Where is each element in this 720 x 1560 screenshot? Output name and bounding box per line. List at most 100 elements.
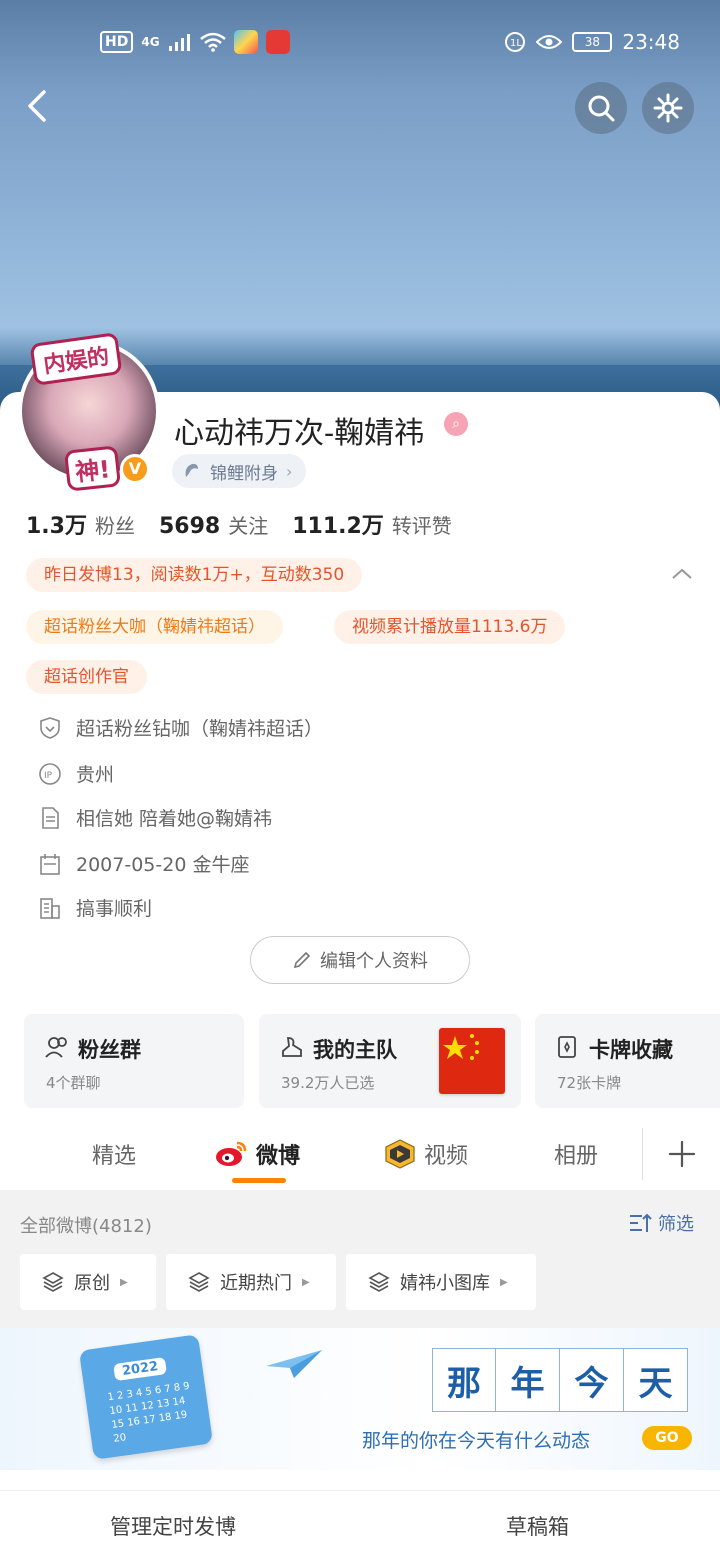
- chip-original[interactable]: 原创 ▶: [20, 1254, 156, 1310]
- wish-text: 搞事顺利: [76, 898, 153, 920]
- edit-profile-button[interactable]: 编辑个人资料: [250, 936, 470, 984]
- super-fan-tag[interactable]: 超话粉丝大咖（鞠婧祎超话）: [26, 610, 283, 644]
- pencil-icon: [293, 951, 311, 969]
- interactions-label: 转评赞: [391, 514, 452, 538]
- scheduled-posts-button[interactable]: 管理定时发博: [110, 1511, 236, 1541]
- chip-triangle-icon: ▶: [500, 1276, 508, 1288]
- stat-interactions[interactable]: 111.2万 转评赞: [292, 508, 452, 540]
- calendar-icon: [40, 853, 60, 875]
- layers-icon: [368, 1272, 390, 1292]
- go-button[interactable]: GO: [642, 1426, 692, 1450]
- search-icon: [588, 95, 615, 122]
- gear-icon: [653, 93, 683, 123]
- my-team-title: 我的主队: [313, 1038, 397, 1062]
- status-time: 23:48: [622, 30, 680, 54]
- profile-nickname: 心动祎万次-鞠婧祎: [174, 416, 425, 451]
- stat-followers[interactable]: 1.3万 粉丝: [26, 508, 135, 540]
- bottom-action-bar: 管理定时发博 草稿箱: [0, 1490, 720, 1560]
- tab-divider: [642, 1128, 643, 1180]
- fan-level-text: 超话粉丝钻咖（鞠婧祎超话）: [76, 718, 324, 740]
- info-birthday: 2007-05-20 金牛座: [38, 850, 249, 877]
- avatar-sticker-bottom: 神!: [64, 445, 121, 492]
- signal-icon: [168, 34, 190, 51]
- wifi-icon: [199, 32, 226, 52]
- lucky-status-pill[interactable]: 锦鲤附身 ›: [172, 454, 307, 488]
- following-label: 关注: [228, 514, 269, 538]
- chip-gallery[interactable]: 婧祎小图库 ▶: [346, 1254, 536, 1310]
- fan-group-card[interactable]: 粉丝群 4个群聊: [24, 1014, 244, 1108]
- eye-comfort-icon: [536, 35, 563, 49]
- active-tab-indicator: [232, 1178, 286, 1183]
- svg-text:1L: 1L: [510, 38, 522, 49]
- title-char: 年: [496, 1348, 560, 1412]
- settings-button[interactable]: [642, 82, 694, 134]
- tab-album-label: 相册: [554, 1144, 599, 1169]
- drafts-button[interactable]: 草稿箱: [506, 1511, 569, 1541]
- paper-plane-icon: [266, 1350, 322, 1378]
- on-this-day-subtitle: 那年的你在今天有什么动态: [362, 1430, 591, 1452]
- shield-icon: [40, 716, 60, 739]
- info-ip: IP 贵州: [38, 760, 114, 787]
- tab-album[interactable]: 相册: [554, 1138, 598, 1170]
- my-team-sub: 39.2万人已选: [281, 1074, 375, 1092]
- info-fan-level[interactable]: 超话粉丝钻咖（鞠婧祎超话）: [38, 714, 323, 741]
- data-saver-icon: 1L: [505, 32, 526, 52]
- chip-hot-label: 近期热门: [220, 1273, 292, 1294]
- filter-label: 筛选: [658, 1214, 694, 1235]
- koi-icon: [185, 463, 198, 477]
- filter-button[interactable]: 筛选: [628, 1210, 694, 1236]
- chevron-right-icon: ›: [286, 461, 293, 481]
- verified-badge: V: [120, 454, 150, 484]
- sort-filter-icon: [630, 1213, 652, 1232]
- chevron-left-icon: [28, 90, 46, 122]
- battery-indicator: 38: [572, 32, 613, 52]
- stat-following[interactable]: 5698 关注: [159, 510, 268, 539]
- edit-profile-label: 编辑个人资料: [320, 951, 428, 972]
- title-char: 天: [624, 1348, 688, 1412]
- nickname-badge-icon[interactable]: ⌕: [444, 412, 468, 436]
- status-bar: HD 4G 1L 38 23:48: [0, 24, 720, 60]
- back-button[interactable]: [18, 86, 58, 126]
- my-team-card[interactable]: 我的主队 39.2万人已选: [259, 1014, 521, 1108]
- tab-featured-label: 精选: [92, 1144, 137, 1169]
- info-bio: 相信她 陪着她@鞠婧祎: [38, 804, 272, 831]
- collapse-button[interactable]: [670, 562, 694, 586]
- layers-icon: [42, 1272, 64, 1292]
- card-collection-sub: 72张卡牌: [557, 1074, 622, 1092]
- calendar-days: 1 2 3 4 5 6 7 8 9 10 11 12 13 14 15 16 1…: [106, 1380, 191, 1445]
- network-type: 4G: [141, 35, 160, 49]
- layers-icon: [188, 1272, 210, 1292]
- creator-tag[interactable]: 超话创作官: [26, 660, 147, 694]
- video-badge-icon: [385, 1139, 415, 1169]
- tab-video-label: 视频: [424, 1144, 469, 1169]
- calendar-year: 2022: [113, 1356, 168, 1382]
- plus-icon: [668, 1140, 696, 1168]
- lucky-label: 锦鲤附身: [210, 463, 278, 484]
- on-this-day-title: 那 年 今 天: [432, 1348, 688, 1412]
- tab-featured[interactable]: 精选: [92, 1138, 136, 1170]
- fan-group-title: 粉丝群: [78, 1038, 141, 1062]
- video-plays-tag[interactable]: 视频累计播放量1113.6万: [334, 610, 566, 644]
- document-icon: [42, 806, 59, 829]
- app-notification-icon: [233, 30, 258, 54]
- china-flag-icon: [439, 1028, 505, 1094]
- weibo-icon: [216, 1141, 247, 1166]
- yesterday-activity-tag[interactable]: 昨日发博13，阅读数1万+，互动数350: [26, 558, 363, 592]
- tab-weibo[interactable]: 微博: [214, 1138, 300, 1170]
- interactions-count: 111.2万: [292, 514, 384, 539]
- title-char: 那: [432, 1348, 496, 1412]
- fan-group-sub: 4个群聊: [46, 1074, 101, 1092]
- card-collection-title: 卡牌收藏: [589, 1038, 673, 1062]
- tab-video[interactable]: 视频: [384, 1138, 468, 1170]
- chip-hot[interactable]: 近期热门 ▶: [166, 1254, 336, 1310]
- card-collection-card[interactable]: 卡牌收藏 72张卡牌: [535, 1014, 720, 1108]
- chevron-up-icon: [672, 568, 692, 579]
- svg-text:IP: IP: [44, 771, 53, 781]
- team-icon: [282, 1037, 302, 1057]
- birthday-text: 2007-05-20 金牛座: [76, 854, 250, 876]
- profile-tabs: 精选 微博 视频 相册: [0, 1120, 720, 1190]
- followers-label: 粉丝: [94, 514, 135, 538]
- chip-gallery-label: 婧祎小图库: [400, 1273, 490, 1294]
- search-button[interactable]: [575, 82, 627, 134]
- add-tab-button[interactable]: [666, 1138, 698, 1170]
